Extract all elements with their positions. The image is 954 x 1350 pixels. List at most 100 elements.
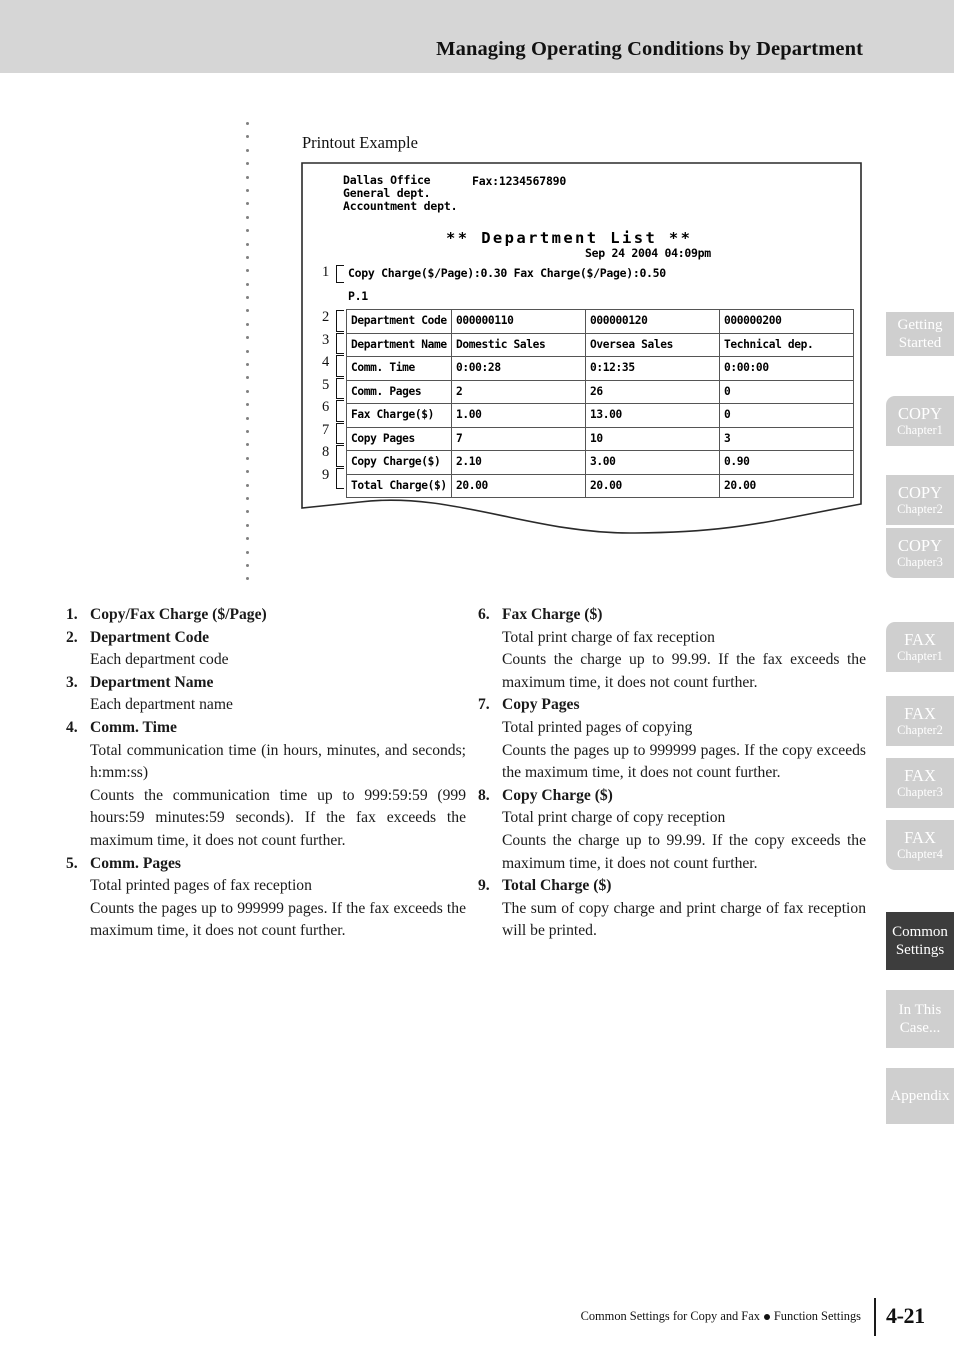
legend-item-number: 3. bbox=[66, 673, 78, 691]
legend-item: 4. Comm. Time Total communication time (in… bbox=[66, 717, 466, 853]
margin-dotted-rule bbox=[246, 122, 249, 584]
chapter-tab-line1: COPY bbox=[897, 483, 942, 502]
chapter-tab-copy-chapter1[interactable]: COPY Chapter1 bbox=[886, 396, 954, 446]
legend-item-heading: 4. Comm. Time bbox=[66, 717, 466, 740]
footer-breadcrumb: Common Settings for Copy and Fax Function… bbox=[581, 1309, 861, 1324]
chapter-tab-line2: Chapter2 bbox=[897, 502, 943, 516]
legend-item-title: Fax Charge ($) bbox=[502, 606, 603, 623]
printout-marker-number: 4 bbox=[322, 354, 330, 370]
printout-marker-bracket bbox=[336, 355, 344, 377]
legend-item-title: Department Name bbox=[90, 673, 214, 691]
printout-marker-number: 5 bbox=[322, 376, 330, 393]
legend-item-number: 9. bbox=[478, 877, 490, 895]
page-number: 4-21 bbox=[886, 1303, 925, 1328]
chapter-tab-line1: FAX bbox=[904, 828, 936, 847]
legend-item-title: Total Charge ($) bbox=[502, 877, 612, 895]
legend-item-heading: 6. Fax Charge ($) bbox=[478, 604, 866, 627]
footer-text-before: Common Settings for Copy and Fax bbox=[580, 1309, 760, 1323]
chapter-tab-fax-chapter1[interactable]: FAX Chapter1 bbox=[886, 622, 954, 672]
chapter-tab-line2: Chapter1 bbox=[897, 649, 943, 663]
legend-item-paragraph: Total printed pages of copying bbox=[502, 718, 693, 736]
legend-item: 1. Copy/Fax Charge ($/Page) bbox=[66, 604, 466, 627]
legend-item-paragraph: The sum of copy charge and print charge … bbox=[502, 899, 866, 940]
legend-item-body: The sum of copy charge and print charge … bbox=[478, 898, 866, 943]
chapter-tab-line1: COPY bbox=[897, 536, 942, 555]
legend-item-heading: 5. Comm. Pages bbox=[66, 853, 466, 876]
legend-item-number: 5. bbox=[66, 854, 78, 872]
legend-item-title: Department Code bbox=[90, 628, 210, 646]
chapter-tab-line1: Common bbox=[892, 924, 948, 940]
chapter-tab-line1: FAX bbox=[904, 704, 936, 723]
legend-item-paragraph: Each department name bbox=[90, 696, 233, 714]
legend-item-heading: 8. Copy Charge ($) bbox=[478, 785, 866, 808]
printout-marker-bracket bbox=[336, 265, 344, 283]
legend-item-number: 8. bbox=[478, 786, 490, 804]
chapter-tab-line2: Chapter3 bbox=[897, 785, 943, 799]
chapter-tab-line2: Settings bbox=[895, 942, 945, 958]
footer-divider bbox=[874, 1298, 877, 1336]
legend-item-body: Each department code bbox=[66, 649, 466, 672]
chapter-tab-line2: Started bbox=[898, 335, 942, 351]
printout-marker-number: 7 bbox=[322, 421, 330, 438]
chapter-tab-fax-chapter2[interactable]: FAX Chapter2 bbox=[886, 696, 954, 746]
printout-marker-bracket bbox=[336, 467, 344, 489]
chapter-tab-line1: In This bbox=[898, 1002, 942, 1018]
legend-item: 8. Copy Charge ($) Total print charge of c… bbox=[478, 785, 866, 875]
chapter-tab-copy-chapter2[interactable]: COPY Chapter2 bbox=[886, 475, 954, 525]
legend-item: 5. Comm. Pages Total printed pages of fax … bbox=[66, 853, 466, 943]
printout-marker-number: 9 bbox=[322, 466, 330, 483]
printout-example-figure: Dallas Office General dept. Accountment … bbox=[300, 161, 863, 546]
legend-item-body: Total printed pages of fax reception Coun… bbox=[66, 875, 466, 943]
legend-item-heading: 1. Copy/Fax Charge ($/Page) bbox=[66, 604, 466, 627]
chapter-tab-copy-chapter3[interactable]: COPY Chapter3 bbox=[886, 528, 954, 578]
legend-item-title: Comm. Time bbox=[90, 718, 177, 736]
chapter-tab-appendix[interactable]: Appendix bbox=[886, 1068, 954, 1124]
legend-item: 6. Fax Charge ($) Total print charge of fa… bbox=[478, 604, 866, 694]
legend-item-heading: 3. Department Name bbox=[66, 672, 466, 695]
chapter-tab-fax-chapter3[interactable]: FAX Chapter3 bbox=[886, 758, 954, 808]
chapter-tab-line2: Chapter2 bbox=[897, 723, 943, 737]
chapter-tab-common-settings[interactable]: Common Settings bbox=[886, 912, 954, 970]
legend-item-paragraph: Counts the pages up to 999999 pages. If … bbox=[90, 899, 466, 940]
printout-marker-bracket bbox=[336, 422, 344, 444]
legend-item-title: Copy/Fax Charge ($/Page) bbox=[90, 606, 267, 623]
printout-marker-number: 6 bbox=[322, 399, 330, 415]
legend-item-title: Copy Charge ($) bbox=[502, 786, 613, 804]
page-title: Managing Operating Conditions by Departm… bbox=[436, 38, 863, 60]
legend-item-heading: 9. Total Charge ($) bbox=[478, 875, 866, 898]
chapter-tab-line1: Getting bbox=[897, 317, 943, 333]
chapter-tab-line1: COPY bbox=[897, 404, 942, 423]
chapter-tab-line1: FAX bbox=[904, 766, 936, 785]
legend-column-right: 6. Fax Charge ($) Total print charge of fa… bbox=[478, 604, 866, 943]
legend-item-body: Total print charge of copy reception Coun… bbox=[478, 807, 866, 875]
chapter-tab-fax-chapter4[interactable]: FAX Chapter4 bbox=[886, 820, 954, 870]
legend-item-paragraph: Total communication time (in hours, minu… bbox=[90, 741, 466, 782]
chapter-tab-in-this-case[interactable]: In This Case... bbox=[886, 990, 954, 1048]
legend-item-body: Total printed pages of copying Counts the… bbox=[478, 717, 866, 785]
chapter-tab-line1: FAX bbox=[904, 630, 936, 649]
chapter-tab-line2: Chapter4 bbox=[897, 847, 943, 861]
printout-marker-bracket bbox=[336, 377, 344, 399]
legend-item: 3. Department Name Each department name bbox=[66, 672, 466, 717]
legend-item-number: 6. bbox=[478, 606, 490, 623]
chapter-tab-getting-started[interactable]: Getting Started bbox=[886, 312, 954, 356]
printout-marker-bracket bbox=[336, 310, 344, 332]
legend-item-paragraph: Counts the pages up to 999999 pages. If … bbox=[502, 741, 866, 782]
printout-row-markers: 1 2 3 4 5 6 7 8 9 bbox=[300, 161, 863, 546]
legend-item-paragraph: Each department code bbox=[90, 651, 229, 669]
legend-item-paragraph: Total print charge of fax reception bbox=[502, 628, 715, 646]
figure-caption: Printout Example bbox=[302, 133, 418, 152]
legend-item: 2. Department Code Each department code bbox=[66, 627, 466, 672]
chapter-tab-line2: Chapter1 bbox=[897, 423, 943, 437]
legend-item-title: Comm. Pages bbox=[90, 854, 181, 872]
legend-item-paragraph: Counts the charge up to 99.99. If the co… bbox=[502, 831, 866, 872]
legend-item-number: 7. bbox=[478, 696, 490, 714]
legend-column-left: 1. Copy/Fax Charge ($/Page) 2. Department C… bbox=[66, 604, 466, 943]
chapter-tab-line1: Appendix bbox=[890, 1088, 950, 1104]
printout-marker-number: 3 bbox=[322, 331, 330, 348]
printout-marker-bracket bbox=[336, 332, 344, 354]
legend-item-title: Copy Pages bbox=[502, 696, 580, 714]
bullet-icon bbox=[763, 1313, 770, 1320]
printout-marker-bracket bbox=[336, 400, 344, 422]
legend-item-number: 1. bbox=[66, 606, 78, 623]
